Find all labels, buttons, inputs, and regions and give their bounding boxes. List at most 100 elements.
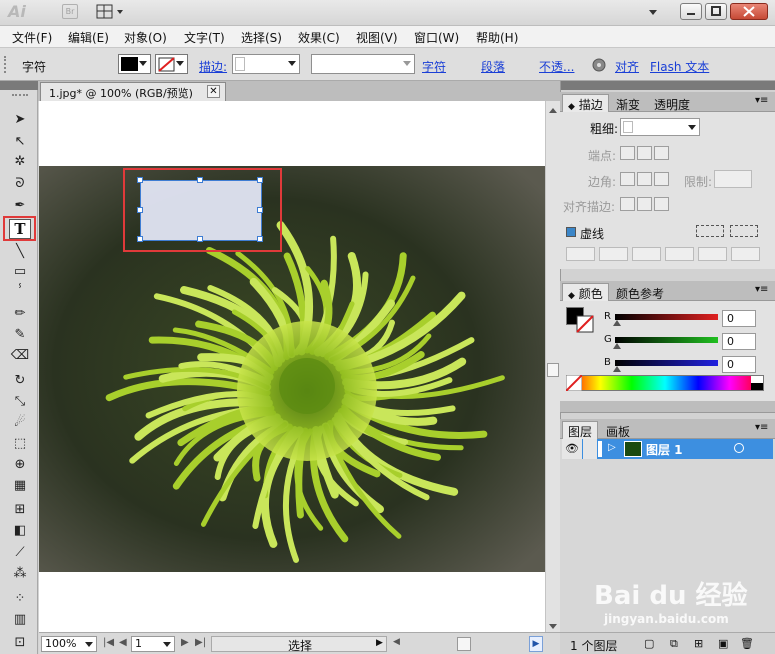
slider-thumb[interactable]	[613, 343, 621, 349]
eyedropper-tool[interactable]: ⟋	[9, 543, 31, 562]
round-cap-button[interactable]	[637, 146, 652, 160]
scroll-up-icon[interactable]	[548, 103, 558, 117]
magic-wand-tool[interactable]: ✲	[9, 152, 31, 171]
channel-slider[interactable]	[615, 337, 718, 343]
direct-selection-tool[interactable]: ↖	[9, 132, 31, 151]
clipping-mask-icon[interactable]: ⧉	[670, 637, 678, 651]
pencil-tool[interactable]: ✏	[9, 304, 31, 323]
perspective-grid-tool[interactable]: ▦	[9, 476, 31, 495]
tab-color[interactable]: ◆ 颜色	[562, 283, 609, 301]
panel-menu-icon[interactable]: ▾≡	[755, 422, 768, 433]
channel-slider[interactable]	[615, 314, 718, 320]
mesh-tool[interactable]: ⊞	[9, 500, 31, 519]
character-link[interactable]: 字符	[422, 58, 446, 75]
channel-value-input[interactable]: 0	[722, 310, 756, 327]
dash-preset-button[interactable]	[696, 225, 724, 237]
close-document-button[interactable]: ✕	[207, 85, 220, 98]
menu-select[interactable]: 选择(S)	[241, 29, 282, 46]
close-button[interactable]	[730, 3, 768, 20]
weight-dropdown[interactable]	[620, 118, 700, 136]
align-center-button[interactable]	[620, 197, 635, 211]
hscroll-thumb[interactable]	[457, 637, 471, 651]
selection-tool[interactable]: ➤	[9, 110, 31, 129]
graph-tool[interactable]: ▥	[9, 610, 31, 629]
layer-row[interactable]: 👁 ▷ 图层 1	[562, 439, 773, 459]
menu-edit[interactable]: 编辑(E)	[68, 29, 109, 46]
bevel-join-button[interactable]	[654, 172, 669, 186]
stepper-icon[interactable]	[623, 121, 633, 133]
slider-thumb[interactable]	[613, 366, 621, 372]
workspace-dropdown-button[interactable]	[648, 4, 658, 23]
miter-join-button[interactable]	[620, 172, 635, 186]
status-dropdown[interactable]: 选择 ▶	[211, 636, 387, 653]
shape-builder-tool[interactable]: ⊕	[9, 455, 31, 474]
scroll-left-icon[interactable]: ◀	[393, 637, 400, 647]
none-color-icon[interactable]	[566, 375, 582, 391]
tools-panel-header[interactable]	[0, 81, 38, 90]
slider-thumb[interactable]	[613, 320, 621, 326]
artboard-tool[interactable]: ⊡	[9, 633, 31, 652]
tab-transparency[interactable]: 透明度	[648, 94, 696, 112]
tab-stroke[interactable]: ◆ 描边	[562, 94, 609, 112]
limit-input[interactable]	[714, 170, 752, 188]
pen-tool[interactable]: ✒	[9, 196, 31, 215]
rectangle-tool[interactable]: ▭	[9, 262, 31, 281]
dash-align-button[interactable]	[730, 225, 758, 237]
stroke-link[interactable]: 描边:	[199, 58, 227, 75]
layer-name[interactable]: 图层 1	[646, 441, 683, 458]
locate-object-icon[interactable]: ▢	[644, 637, 654, 650]
scroll-right-icon[interactable]: ▶	[529, 636, 543, 652]
chrysanthemum-image[interactable]	[39, 166, 545, 572]
round-join-button[interactable]	[637, 172, 652, 186]
tab-artboards[interactable]: 画板	[600, 421, 636, 439]
artboard-number-dropdown[interactable]: 1	[131, 636, 175, 652]
document-tab[interactable]: 1.jpg* @ 100% (RGB/预览)	[40, 82, 226, 101]
lock-toggle[interactable]	[583, 439, 597, 459]
butt-cap-button[interactable]	[620, 146, 635, 160]
eraser-tool[interactable]: ⌫	[9, 346, 31, 365]
control-bar-grip[interactable]	[4, 56, 10, 73]
blob-brush-tool[interactable]: ✎	[9, 325, 31, 344]
type-tool[interactable]: T	[9, 219, 31, 239]
menu-file[interactable]: 文件(F)	[12, 29, 52, 46]
tools-grip[interactable]	[12, 94, 28, 98]
new-sublayer-icon[interactable]: ⊞	[694, 637, 703, 650]
recolor-icon[interactable]	[591, 57, 607, 73]
minimize-button[interactable]	[680, 3, 702, 20]
color-spectrum[interactable]	[566, 375, 764, 391]
arrange-documents-button[interactable]	[96, 3, 126, 21]
menu-view[interactable]: 视图(V)	[356, 29, 398, 46]
rotate-tool[interactable]: ↻	[9, 371, 31, 390]
trash-icon[interactable]: 🗑	[740, 637, 754, 650]
align-link[interactable]: 对齐	[615, 58, 639, 75]
tab-gradient[interactable]: 渐变	[610, 94, 646, 112]
panel-menu-icon[interactable]: ▾≡	[755, 95, 768, 106]
warp-tool[interactable]: ☄	[9, 413, 31, 432]
gradient-tool[interactable]: ◧	[9, 521, 31, 540]
square-cap-button[interactable]	[654, 146, 669, 160]
black-swatch[interactable]	[751, 383, 763, 390]
eye-icon[interactable]: 👁	[562, 439, 582, 459]
tab-color-guide[interactable]: 颜色参考	[610, 283, 670, 301]
white-swatch[interactable]	[751, 376, 763, 383]
opacity-link[interactable]: 不透...	[539, 58, 574, 75]
paragraph-link[interactable]: 段落	[481, 58, 505, 75]
dash-gap-fields[interactable]	[566, 247, 764, 263]
stroke-color-dropdown[interactable]	[155, 54, 188, 74]
align-inside-button[interactable]	[637, 197, 652, 211]
last-artboard-button[interactable]: ▶|	[195, 637, 206, 648]
line-tool[interactable]: ╲	[9, 242, 31, 261]
align-outside-button[interactable]	[654, 197, 669, 211]
tab-layers[interactable]: 图层	[562, 421, 599, 439]
maximize-button[interactable]	[705, 3, 727, 20]
expand-triangle-icon[interactable]: ▷	[608, 442, 616, 453]
prev-artboard-button[interactable]: ◀	[119, 637, 127, 648]
stroke-weight-dropdown[interactable]	[232, 54, 300, 74]
menu-type[interactable]: 文字(T)	[184, 29, 225, 46]
fill-color-dropdown[interactable]	[118, 54, 151, 74]
new-layer-icon[interactable]: ▣	[718, 637, 728, 650]
zoom-dropdown[interactable]: 100%	[41, 636, 97, 652]
target-icon[interactable]	[734, 443, 744, 453]
dock-header[interactable]	[561, 81, 775, 90]
menu-effect[interactable]: 效果(C)	[298, 29, 340, 46]
